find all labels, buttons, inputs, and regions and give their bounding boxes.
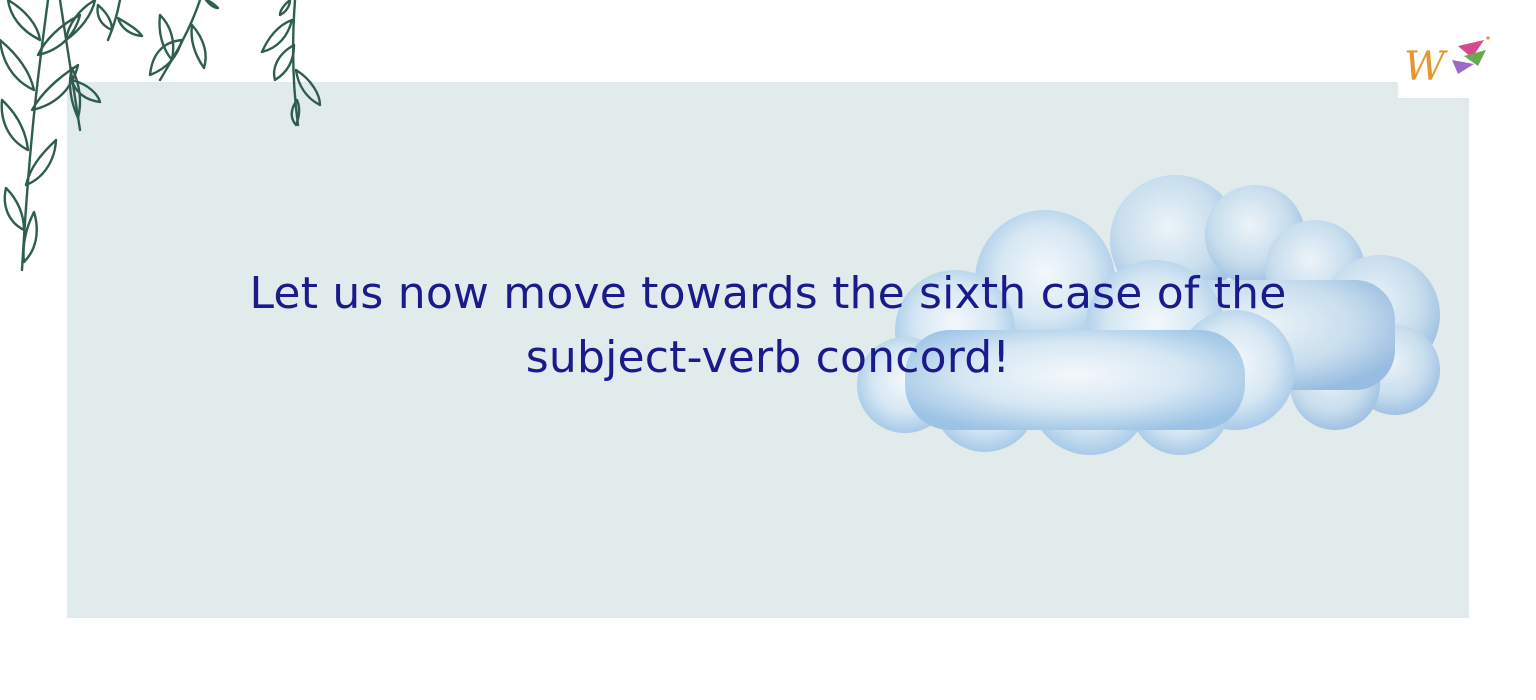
hanging-vines-icon (0, 0, 322, 272)
logo-letter: W (1404, 44, 1448, 90)
headline-line-2: subject-verb concord! (525, 332, 1011, 383)
headline-line-1: Let us now move towards the sixth case o… (249, 268, 1287, 319)
brand-logo-icon: W (1404, 36, 1490, 90)
headline: Let us now move towards the sixth case o… (120, 262, 1416, 390)
slide: W Let us now move towards the sixth case… (0, 0, 1536, 700)
brand-logo: W (1398, 30, 1494, 98)
